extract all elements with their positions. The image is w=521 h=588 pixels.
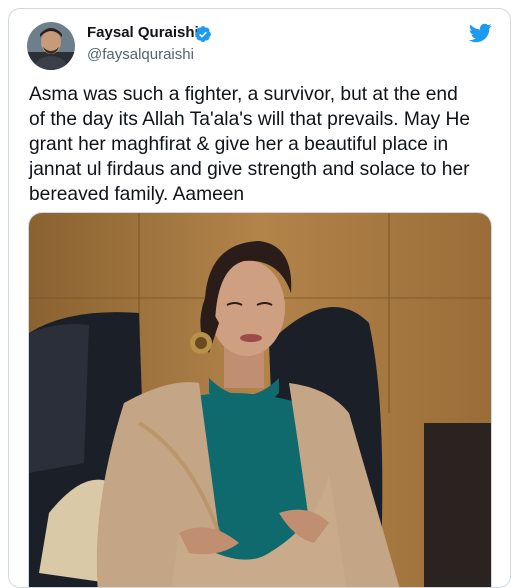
tweet-text: Asma was such a fighter, a survivor, but… <box>29 84 471 205</box>
tweet-media-photo[interactable] <box>28 212 492 587</box>
photo-woman-in-armchair <box>29 213 491 587</box>
author-display-name[interactable]: Faysal Quraishi <box>87 24 199 41</box>
tweet-card[interactable]: Faysal Quraishi @faysalquraishi Asma was… <box>8 8 511 588</box>
avatar[interactable] <box>27 22 75 70</box>
verified-badge-icon <box>195 26 211 42</box>
author-handle[interactable]: @faysalquraishi <box>87 46 194 63</box>
avatar-photo <box>27 22 75 70</box>
twitter-bird-icon[interactable] <box>467 21 493 45</box>
